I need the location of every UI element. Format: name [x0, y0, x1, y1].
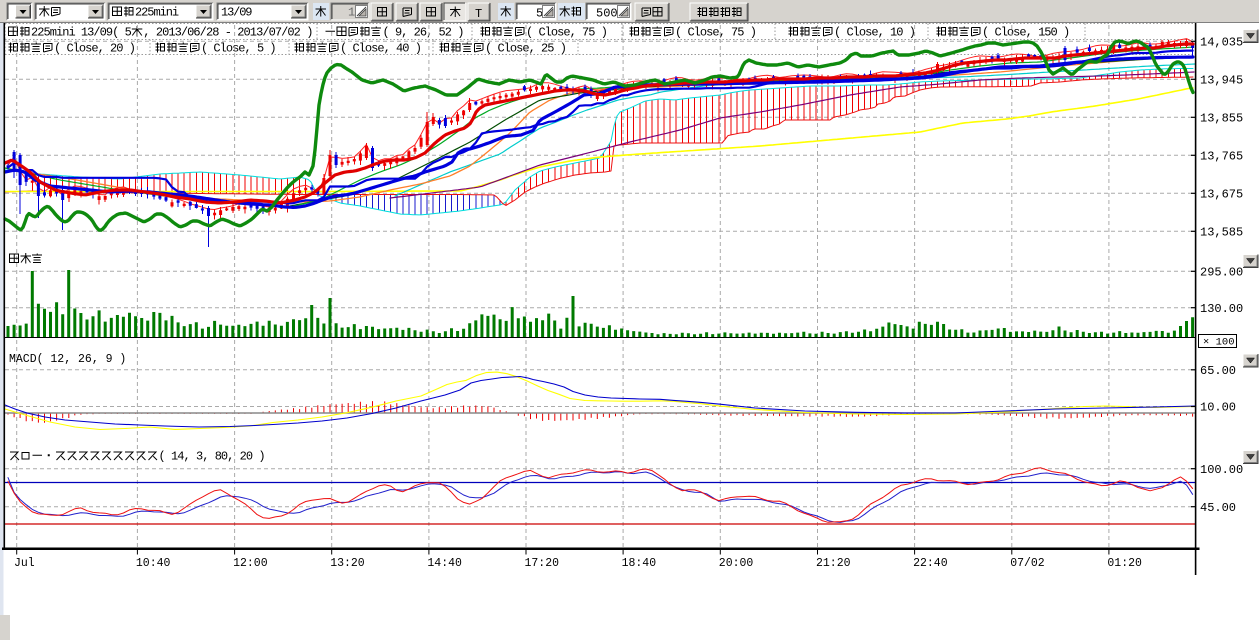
svg-text:500: 500 — [596, 7, 618, 21]
svg-text:MACD( 12, 26, 9 ): MACD( 12, 26, 9 ) — [9, 353, 126, 366]
svg-text:( Close, 150 ): ( Close, 150 ) — [982, 25, 1070, 39]
svg-text:295.00: 295.00 — [1200, 266, 1243, 280]
svg-text:100.00: 100.00 — [1200, 463, 1243, 477]
svg-text:10:40: 10:40 — [136, 557, 171, 570]
svg-text:13,585: 13,585 — [1200, 226, 1243, 240]
svg-text:13,675: 13,675 — [1200, 188, 1243, 202]
svg-text:130.00: 130.00 — [1200, 302, 1243, 316]
svg-text:, 2013/06/28 - 2013/07/02 ): , 2013/06/28 - 2013/07/02 ) — [143, 25, 313, 39]
svg-text:( 9, 26, 52 ): ( 9, 26, 52 ) — [383, 25, 465, 39]
svg-text:225mini: 225mini — [135, 5, 179, 19]
svg-text:13:20: 13:20 — [330, 557, 365, 570]
svg-text:22:40: 22:40 — [913, 557, 948, 570]
svg-text:( Close, 10 ): ( Close, 10 ) — [834, 25, 916, 39]
svg-text:( 14, 3, 80, 20 ): ( 14, 3, 80, 20 ) — [159, 449, 266, 463]
svg-text:65.00: 65.00 — [1200, 364, 1236, 378]
svg-text:× 100: × 100 — [1203, 337, 1235, 349]
svg-text:01:20: 01:20 — [1107, 557, 1142, 570]
svg-text:( Close, 5 ): ( Close, 5 ) — [201, 41, 277, 55]
svg-text:Jul: Jul — [14, 557, 35, 570]
svg-text:07/02: 07/02 — [1010, 557, 1045, 570]
svg-text:14:40: 14:40 — [427, 557, 462, 570]
svg-text:( Close, 20 ): ( Close, 20 ) — [54, 41, 136, 55]
svg-text:13,765: 13,765 — [1200, 150, 1243, 164]
svg-text:13,855: 13,855 — [1200, 112, 1243, 126]
svg-text:13/09: 13/09 — [221, 5, 253, 19]
svg-text:21:20: 21:20 — [816, 557, 851, 570]
svg-text:20:00: 20:00 — [719, 557, 754, 570]
svg-text:10.00: 10.00 — [1200, 401, 1236, 415]
svg-text:18:40: 18:40 — [622, 557, 657, 570]
svg-text:12:00: 12:00 — [233, 557, 268, 570]
svg-text:1: 1 — [348, 5, 355, 19]
svg-text:17:20: 17:20 — [525, 557, 560, 570]
svg-text:( Close, 75 ): ( Close, 75 ) — [675, 25, 757, 39]
svg-text:( Close, 75 ): ( Close, 75 ) — [526, 25, 608, 39]
svg-text:45.00: 45.00 — [1200, 501, 1236, 515]
svg-text:T: T — [475, 7, 482, 21]
svg-text:13,945: 13,945 — [1200, 74, 1243, 88]
svg-text:225mini 13/09( 5: 225mini 13/09( 5 — [31, 25, 132, 39]
svg-text:14,035: 14,035 — [1200, 36, 1243, 50]
svg-text:( Close, 40 ): ( Close, 40 ) — [340, 41, 422, 55]
